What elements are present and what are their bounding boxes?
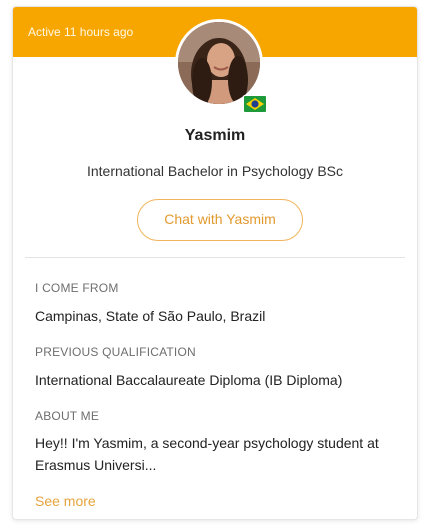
about-text: Hey!! I'm Yasmim, a second-year psycholo… bbox=[35, 435, 379, 473]
origin-label: I COME FROM bbox=[35, 281, 119, 295]
chat-button[interactable]: Chat with Yasmim bbox=[137, 199, 303, 241]
qualification-label: PREVIOUS QUALIFICATION bbox=[35, 345, 196, 359]
study-program: International Bachelor in Psychology BSc bbox=[86, 163, 344, 179]
avatar-photo bbox=[178, 22, 260, 104]
student-name: Yasmim bbox=[184, 127, 246, 144]
activity-status: Active 11 hours ago bbox=[28, 25, 134, 39]
avatar-container bbox=[175, 19, 267, 113]
brazil-flag-icon bbox=[243, 95, 267, 113]
ambassador-card: Active 11 hours ago Yasmim International… bbox=[12, 6, 418, 520]
see-more-link[interactable]: See more bbox=[35, 493, 96, 509]
origin-value: Campinas, State of São Paulo, Brazil bbox=[35, 308, 266, 324]
avatar bbox=[175, 19, 263, 107]
divider bbox=[25, 257, 405, 258]
about-label: ABOUT ME bbox=[35, 409, 100, 423]
qualification-value: International Baccalaureate Diploma (IB … bbox=[35, 372, 343, 388]
